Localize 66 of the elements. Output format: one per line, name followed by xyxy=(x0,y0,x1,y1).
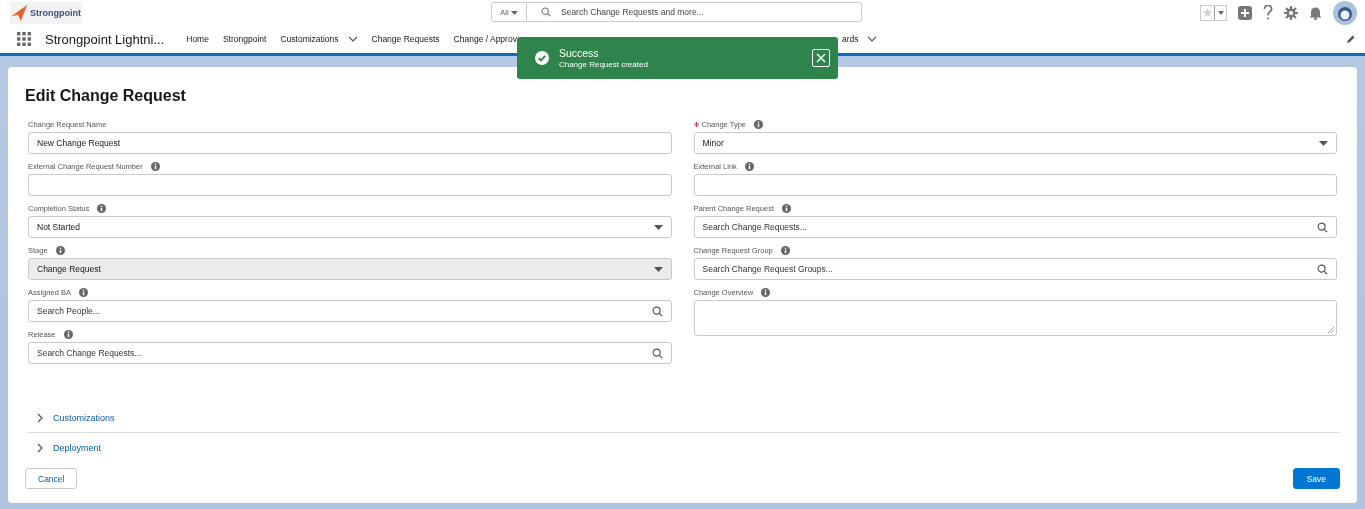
required-asterisk-icon xyxy=(693,122,699,127)
scope-dropdown[interactable]: All xyxy=(491,2,527,22)
form-title: Edit Change Request xyxy=(25,87,187,105)
info-icon[interactable] xyxy=(780,246,790,255)
text-field[interactable] xyxy=(28,174,672,196)
text-field[interactable] xyxy=(693,174,1337,196)
info-icon[interactable] xyxy=(78,288,88,297)
lookup-field[interactable]: Search People... xyxy=(28,300,672,322)
lookup-field[interactable]: Search Change Request Groups... xyxy=(693,258,1337,280)
help-icon[interactable] xyxy=(1263,5,1273,20)
nav-item[interactable]: Change / Approv xyxy=(453,34,517,44)
text-field[interactable]: New Change Request xyxy=(28,132,672,154)
logo[interactable]: Strongpoint xyxy=(10,1,82,24)
favorites-button[interactable] xyxy=(1200,4,1227,21)
close-button[interactable] xyxy=(811,49,830,67)
app-launcher-icon[interactable] xyxy=(17,32,31,46)
toast-message: Change Request created xyxy=(558,60,648,69)
logo-text: Strongpoint xyxy=(30,7,81,18)
info-icon[interactable] xyxy=(150,162,160,171)
save-button[interactable]: Save xyxy=(1292,468,1340,489)
paper-plane-icon xyxy=(10,3,28,22)
info-icon[interactable] xyxy=(782,204,791,213)
check-circle-icon xyxy=(534,51,549,65)
resize-grip-icon xyxy=(1327,326,1334,333)
chevron-right-icon[interactable] xyxy=(37,412,43,423)
section-toggle[interactable]: Deployment xyxy=(53,442,102,453)
caret-icon xyxy=(653,224,663,230)
bell-icon[interactable] xyxy=(1309,5,1322,20)
section-toggle[interactable]: Customizations xyxy=(53,412,115,423)
select-field[interactable]: Not Started xyxy=(28,216,672,238)
info-icon[interactable] xyxy=(63,330,73,339)
caret-icon xyxy=(653,266,663,272)
toast-title: Success xyxy=(558,47,600,59)
search-icon xyxy=(651,347,663,359)
chevron-down-icon xyxy=(347,36,358,42)
info-icon[interactable] xyxy=(761,288,771,297)
settings-icon[interactable] xyxy=(1284,5,1298,20)
star-icon xyxy=(1202,6,1213,18)
add-icon[interactable] xyxy=(1238,5,1252,20)
caret-icon xyxy=(1319,140,1328,146)
avatar-icon[interactable] xyxy=(1333,0,1357,25)
search-icon xyxy=(541,7,551,17)
caret-icon xyxy=(511,10,519,15)
cancel-button[interactable]: Cancel xyxy=(25,468,78,489)
textarea-field[interactable] xyxy=(693,300,1337,336)
search-icon xyxy=(1317,221,1328,233)
lookup-field[interactable]: Search Change Requests... xyxy=(693,216,1337,238)
search-icon xyxy=(651,305,663,317)
pencil-icon[interactable] xyxy=(1346,34,1355,44)
select-field[interactable]: Minor xyxy=(693,132,1337,154)
search-icon xyxy=(1317,263,1328,275)
lookup-field[interactable]: Search Change Requests... xyxy=(28,342,672,364)
info-icon[interactable] xyxy=(97,204,107,213)
nav-item[interactable]: ards xyxy=(841,34,878,44)
info-icon[interactable] xyxy=(754,120,763,129)
global-search-field[interactable]: Search Change Requests and more... xyxy=(527,2,862,22)
chevron-down-icon xyxy=(867,36,878,42)
info-icon[interactable] xyxy=(744,162,754,171)
app-name: Strongpoint Lightni... xyxy=(45,31,165,47)
nav-item[interactable]: Home xyxy=(186,34,209,44)
nav-item[interactable]: Customizations xyxy=(280,34,358,44)
nav-item[interactable]: Change Requests xyxy=(371,34,440,44)
chevron-right-icon[interactable] xyxy=(37,442,43,453)
close-icon xyxy=(815,53,826,63)
caret-icon xyxy=(1217,10,1224,15)
nav-item[interactable]: Strongpoint xyxy=(222,34,267,44)
